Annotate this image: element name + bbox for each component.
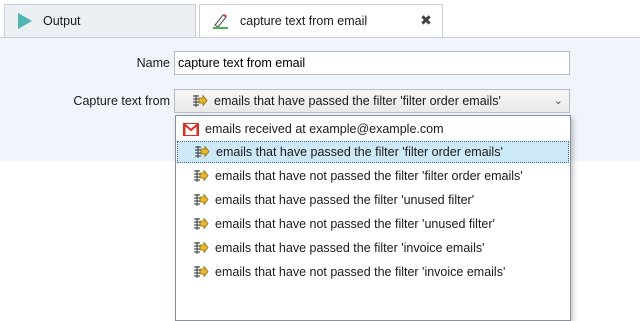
editor-panel: Name Capture text from emails that have … bbox=[0, 37, 640, 321]
tab-output-label: Output bbox=[43, 14, 81, 28]
dropdown-option-label: emails that have not passed the filter '… bbox=[215, 217, 495, 231]
chevron-down-icon: ⌄ bbox=[553, 95, 563, 107]
dropdown-option-label: emails that have not passed the filter '… bbox=[215, 169, 523, 183]
capture-source-select[interactable]: emails that have passed the filter 'filt… bbox=[174, 89, 570, 113]
dropdown-option-label: emails that have passed the filter 'unus… bbox=[215, 193, 475, 207]
tab-capture-label: capture text from email bbox=[240, 14, 368, 28]
play-triangle-icon bbox=[17, 12, 33, 30]
dropdown-option-not-passed-filter-order-emails[interactable]: emails that have not passed the filter '… bbox=[177, 165, 569, 187]
gmail-icon bbox=[183, 122, 199, 136]
name-label: Name bbox=[136, 56, 170, 70]
dropdown-option-label: emails that have not passed the filter '… bbox=[215, 265, 506, 279]
dropdown-option-passed-filter-order-emails[interactable]: emails that have passed the filter 'filt… bbox=[177, 141, 569, 163]
filter-arrow-icon bbox=[193, 265, 209, 279]
filter-arrow-icon bbox=[193, 217, 209, 231]
dropdown-option-passed-invoice-emails[interactable]: emails that have passed the filter 'invo… bbox=[177, 237, 569, 259]
dropdown-option-label: emails that have passed the filter 'invo… bbox=[215, 241, 485, 255]
tab-capture-text-from-email[interactable]: capture text from email ✖ bbox=[199, 4, 443, 37]
close-tab-icon[interactable]: ✖ bbox=[418, 12, 434, 28]
dropdown-option-passed-unused-filter[interactable]: emails that have passed the filter 'unus… bbox=[177, 189, 569, 211]
capture-text-from-label: Capture text from bbox=[73, 94, 170, 108]
name-input[interactable] bbox=[174, 51, 570, 75]
pencil-edit-icon bbox=[212, 13, 230, 29]
dropdown-option-not-passed-unused-filter[interactable]: emails that have not passed the filter '… bbox=[177, 213, 569, 235]
filter-arrow-icon bbox=[193, 169, 209, 183]
dropdown-option-label: emails that have passed the filter 'filt… bbox=[216, 145, 503, 159]
tab-bar: Output capture text from email ✖ bbox=[0, 0, 640, 37]
dropdown-option-not-passed-invoice-emails[interactable]: emails that have not passed the filter '… bbox=[177, 261, 569, 283]
tab-output[interactable]: Output bbox=[4, 4, 196, 37]
dropdown-option-inbox[interactable]: emails received at example@example.com bbox=[177, 118, 569, 140]
filter-arrow-icon bbox=[193, 241, 209, 255]
filter-arrow-icon bbox=[193, 193, 209, 207]
dropdown-option-label: emails received at example@example.com bbox=[205, 122, 444, 136]
filter-arrow-icon bbox=[192, 94, 208, 108]
capture-source-selected-value: emails that have passed the filter 'filt… bbox=[214, 94, 501, 108]
capture-source-dropdown: emails received at example@example.com e… bbox=[175, 115, 571, 321]
filter-arrow-icon bbox=[194, 145, 210, 159]
